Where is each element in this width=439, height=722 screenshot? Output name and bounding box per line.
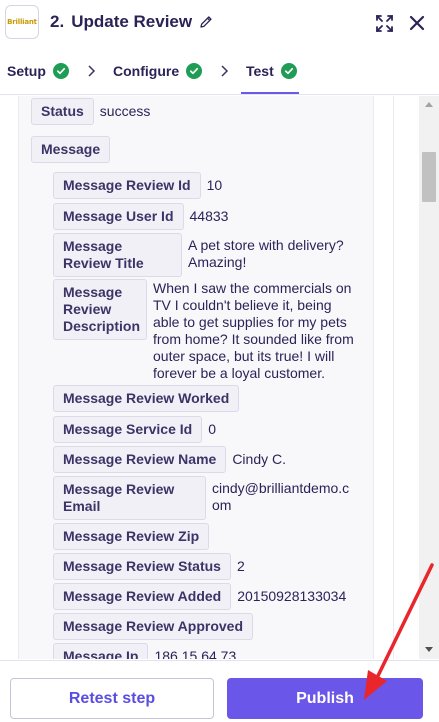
- check-circle-icon: [52, 63, 69, 79]
- field-value: 20150928133034: [237, 588, 347, 604]
- field-row-review-zip: Message Review Zip: [53, 523, 210, 550]
- field-key-line: Review Title: [63, 255, 144, 271]
- app-logo-text: Brilliant: [7, 18, 37, 26]
- scroll-up-arrow-icon[interactable]: [425, 102, 433, 107]
- field-row-message: Message: [31, 136, 111, 163]
- field-row-service-id: Message Service Id 0: [53, 416, 216, 443]
- field-value: 44833: [189, 208, 229, 224]
- tab-configure-label: Configure: [113, 63, 180, 79]
- field-row-review-title: Message Review Title A pet store with de…: [53, 233, 344, 277]
- field-key: Message Review Status: [53, 553, 231, 580]
- field-key: Message Review Description: [53, 279, 147, 340]
- field-key-line: Message Review: [63, 481, 175, 497]
- field-value: 2: [236, 558, 245, 574]
- check-circle-icon: [280, 63, 297, 79]
- field-key: Message Review Added: [53, 583, 232, 610]
- field-value-line: forever be a loyal customer.: [153, 365, 325, 381]
- field-value: cindy@brilliantdemo.c om: [206, 476, 349, 514]
- app-logo: Brilliant: [5, 5, 39, 39]
- field-row-review-name: Message Review Name Cindy C.: [53, 446, 286, 473]
- field-value: 10: [206, 177, 223, 193]
- field-value-line: cindy@brilliantdemo.c: [212, 480, 350, 496]
- field-value-line: Amazing!: [188, 254, 247, 270]
- field-key: Message Review Id: [53, 172, 201, 199]
- close-icon[interactable]: [408, 14, 426, 32]
- step-number: 2.: [50, 12, 65, 31]
- field-key: Message Review Title: [53, 233, 182, 277]
- field-key: Message Ip: [53, 643, 149, 659]
- step-title-text: Update Review: [71, 12, 193, 31]
- field-row-review-added: Message Review Added 20150928133034: [53, 583, 346, 610]
- expand-icon[interactable]: [375, 14, 394, 33]
- field-row-status: Status success: [31, 98, 150, 125]
- field-key-line: Review: [63, 301, 112, 317]
- test-result-area[interactable]: Status success Message Message Review Id…: [0, 96, 439, 659]
- tab-setup-label: Setup: [7, 63, 46, 79]
- active-tab-indicator: [241, 92, 299, 94]
- field-row-review-email: Message Review Email cindy@brilliantdemo…: [53, 476, 349, 520]
- field-value-line: om: [212, 497, 232, 513]
- field-row-review-description: Message Review Description When I saw th…: [53, 279, 354, 382]
- field-value: success: [99, 103, 151, 119]
- tab-test[interactable]: Test: [246, 48, 297, 94]
- field-value: Cindy C.: [232, 451, 286, 467]
- field-value-line: from home? It sounded like from: [153, 331, 354, 347]
- tab-test-label: Test: [246, 63, 274, 79]
- field-key: Message Review Email: [53, 476, 206, 520]
- scrollbar-thumb[interactable]: [422, 152, 436, 202]
- check-circle-icon: [186, 63, 203, 79]
- field-key: Message Review Worked: [53, 385, 240, 412]
- field-value: 186.15.64.73: [154, 648, 237, 659]
- retest-step-button[interactable]: Retest step: [10, 678, 214, 719]
- field-key: Message Review Zip: [53, 523, 210, 550]
- field-value-line: When I saw the commercials on: [153, 280, 352, 296]
- field-key: Message Service Id: [53, 416, 203, 443]
- field-key: Message User Id: [53, 203, 184, 230]
- field-value: 0: [208, 421, 216, 437]
- publish-button[interactable]: Publish: [227, 678, 423, 719]
- step-tabs: Setup Configure Test: [0, 48, 439, 95]
- field-key-line: Message: [63, 284, 123, 300]
- pencil-icon[interactable]: [199, 15, 213, 29]
- field-value: A pet store with delivery? Amazing!: [182, 233, 344, 271]
- field-key: Message Review Approved: [53, 613, 253, 640]
- field-value-line: A pet store with delivery?: [188, 237, 344, 253]
- field-key: Message Review Name: [53, 446, 227, 473]
- field-row-review-id: Message Review Id 10: [53, 172, 222, 199]
- field-value: When I saw the commercials on TV I could…: [147, 279, 354, 382]
- vertical-scrollbar[interactable]: [419, 96, 439, 659]
- field-row-review-approved: Message Review Approved: [53, 613, 253, 640]
- field-value-line: TV I couldn't believe it, being: [153, 297, 332, 313]
- tab-setup[interactable]: Setup: [7, 48, 69, 94]
- field-row-user-id: Message User Id 44833: [53, 203, 228, 230]
- field-row-review-worked: Message Review Worked: [53, 385, 240, 412]
- step-header: Brilliant 2. Update Review: [0, 0, 439, 48]
- chevron-right-icon: [221, 65, 229, 77]
- field-key-line: Message: [63, 238, 123, 254]
- chevron-right-icon: [88, 65, 96, 77]
- field-key-line: Email: [63, 498, 101, 514]
- field-row-ip: Message Ip 186.15.64.73: [53, 643, 236, 659]
- field-value-line: outer space, but its true! I will: [153, 348, 335, 364]
- step-title[interactable]: 2. Update Review: [50, 12, 213, 32]
- scroll-down-arrow-icon[interactable]: [425, 647, 433, 652]
- step-footer: Retest step Publish: [0, 660, 439, 722]
- field-key: Status: [31, 98, 94, 125]
- field-value-line: able to get supplies for my pets: [153, 314, 347, 330]
- field-key: Message: [31, 136, 111, 163]
- field-key-line: Description: [63, 318, 141, 334]
- field-row-review-status: Message Review Status 2: [53, 553, 245, 580]
- divider: [393, 96, 394, 659]
- tab-configure[interactable]: Configure: [113, 48, 203, 94]
